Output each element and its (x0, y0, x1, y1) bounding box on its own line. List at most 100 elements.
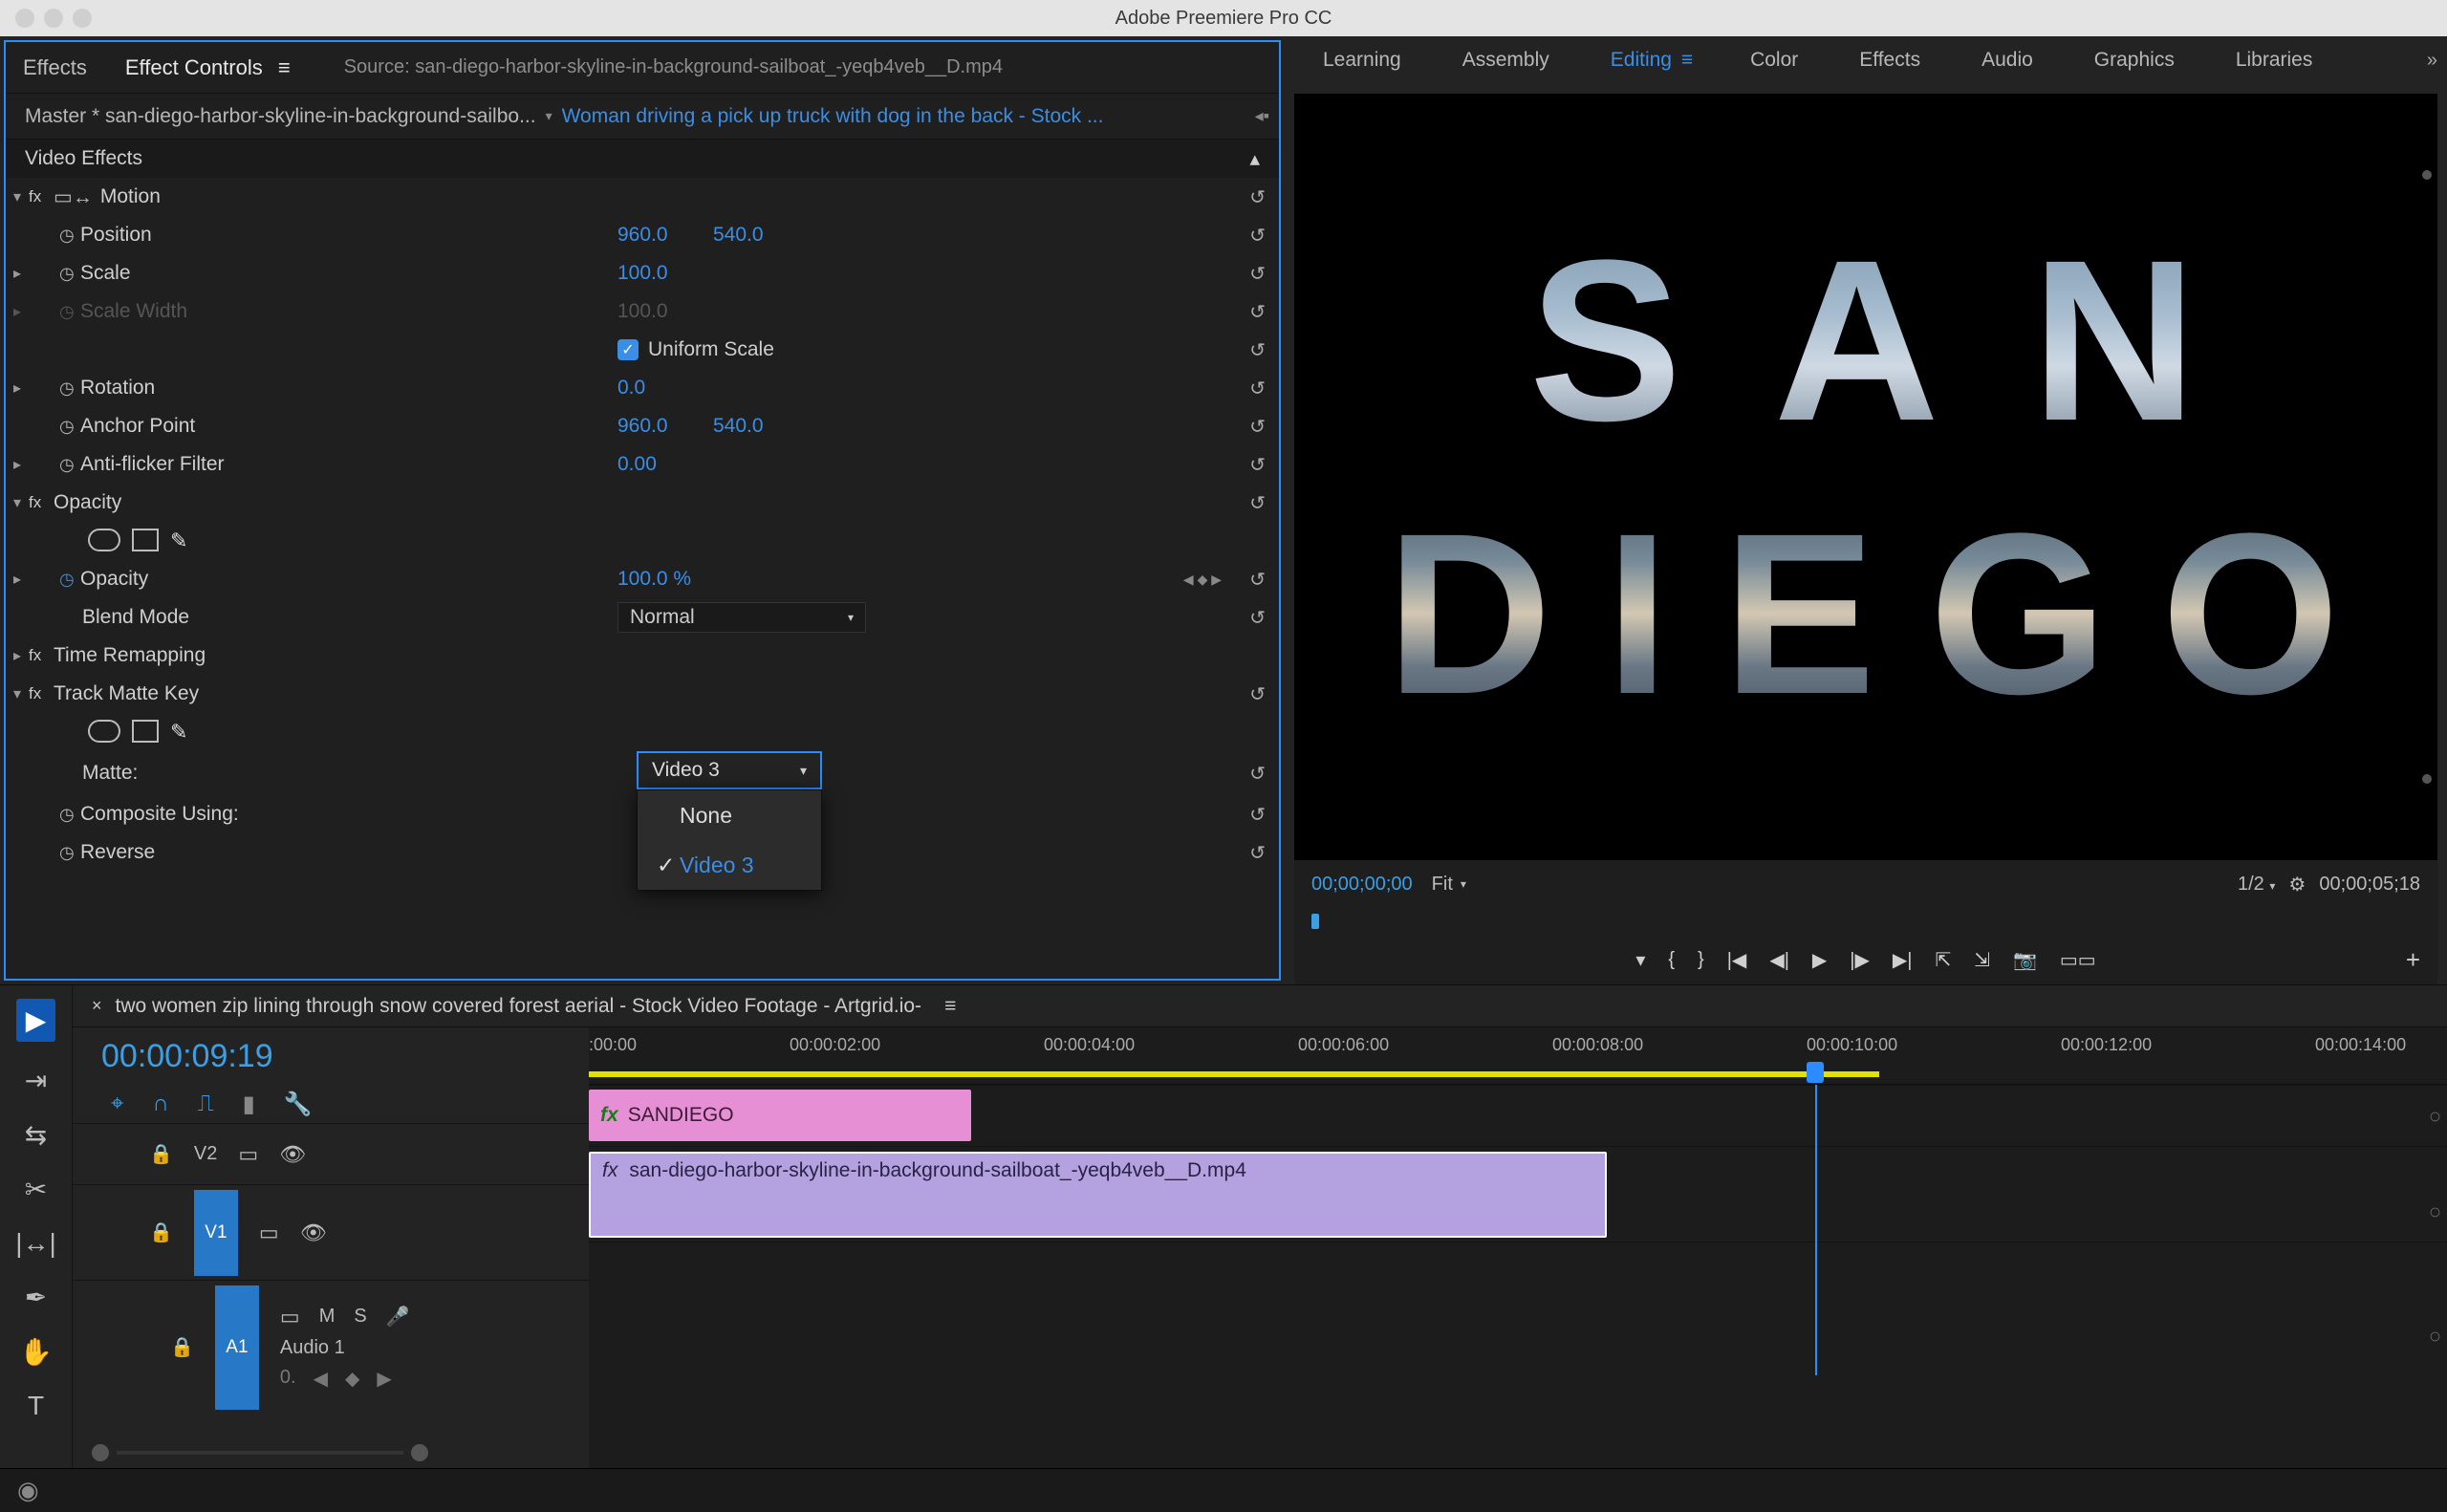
zoom-window-icon[interactable] (73, 9, 92, 28)
step-forward-icon[interactable]: |▶ (1850, 948, 1870, 972)
pen-tool-icon[interactable]: ✒ (25, 1282, 47, 1313)
mute-button[interactable]: M (319, 1306, 336, 1328)
play-icon[interactable]: ▶ (1812, 948, 1827, 972)
add-marker-icon[interactable]: ⎍ (198, 1091, 214, 1117)
stopwatch-icon[interactable]: ◷ (59, 805, 80, 825)
disclosure-icon[interactable]: ▸ (6, 570, 29, 589)
mark-in-icon[interactable]: { (1668, 949, 1675, 971)
rect-mask-icon[interactable] (132, 720, 159, 743)
blend-mode-dropdown[interactable]: Normal▾ (617, 602, 866, 633)
rect-mask-icon[interactable] (132, 529, 159, 551)
vscroll-knob[interactable]: ○ (2429, 1199, 2441, 1224)
vscroll-knob[interactable]: ○ (2429, 1104, 2441, 1129)
type-tool-icon[interactable]: T (28, 1391, 44, 1421)
program-resolution[interactable]: 1/2 ▾ (2238, 874, 2275, 896)
rotation-value[interactable]: 0.0 (617, 377, 645, 400)
sync-lock-icon[interactable]: ▭ (280, 1305, 300, 1329)
anchor-x-value[interactable]: 960.0 (617, 415, 668, 438)
workspace-assembly[interactable]: Assembly (1462, 49, 1549, 72)
mark-out-icon[interactable]: } (1698, 949, 1704, 971)
disclosure-icon[interactable]: ▸ (6, 264, 29, 283)
keyframe-mode-icon[interactable]: 0. (280, 1367, 296, 1391)
settings-icon[interactable]: 🔧 (284, 1091, 313, 1118)
fx-badge-icon[interactable]: fx (29, 646, 54, 665)
lock-icon[interactable]: 🔒 (170, 1335, 194, 1359)
time-ruler[interactable]: :00:00 00:00:02:00 00:00:04:00 00:00:06:… (589, 1027, 2447, 1085)
track-header-a1[interactable]: 🔒 A1 ▭ M S 🎤 Audio 1 (73, 1280, 589, 1414)
sync-lock-icon[interactable]: ▭ (259, 1220, 279, 1245)
workspace-editing[interactable]: Editing ≡ (1611, 49, 1689, 72)
zoom-handle-right[interactable] (411, 1444, 428, 1461)
stopwatch-icon[interactable]: ◷ (59, 378, 80, 399)
vscroll-knob[interactable]: ○ (2429, 1324, 2441, 1349)
timeline-tracks-area[interactable]: :00:00 00:00:02:00 00:00:04:00 00:00:06:… (589, 1027, 2447, 1468)
matte-option-none[interactable]: None (638, 790, 821, 840)
toggle-track-output-icon[interactable]: 👁 (300, 1220, 327, 1245)
uniform-scale-checkbox[interactable]: ✓ (617, 339, 639, 360)
program-timecode-left[interactable]: 00;00;00;00 (1311, 874, 1413, 896)
source-patch-v1[interactable]: V1 (194, 1190, 238, 1276)
stopwatch-icon[interactable]: ◷ (59, 264, 80, 284)
stopwatch-active-icon[interactable]: ◷ (59, 570, 80, 590)
reset-icon[interactable]: ↺ (1249, 377, 1266, 400)
disclosure-icon[interactable]: ▾ (6, 684, 29, 703)
track-header-v2[interactable]: 🔒 V2 ▭ 👁 (73, 1123, 589, 1184)
workspace-color[interactable]: Color (1750, 49, 1798, 72)
opacity-effect-label[interactable]: Opacity (54, 491, 121, 514)
disclosure-icon[interactable]: ▾ (6, 493, 29, 512)
position-x-value[interactable]: 960.0 (617, 224, 668, 247)
linked-selection-icon[interactable]: ∩ (153, 1091, 169, 1117)
export-frame-icon[interactable]: 📷 (2013, 948, 2037, 972)
position-y-value[interactable]: 540.0 (713, 224, 764, 247)
reset-icon[interactable]: ↺ (1249, 185, 1266, 209)
workspace-overflow-icon[interactable]: » (2427, 50, 2437, 72)
ellipse-mask-icon[interactable] (88, 529, 120, 551)
button-editor-icon[interactable]: + (2406, 945, 2420, 975)
track-header-v1[interactable]: 🔒 V1 ▭ 👁 (73, 1184, 589, 1280)
reset-icon[interactable]: ↺ (1249, 803, 1266, 827)
track-matte-key-label[interactable]: Track Matte Key (54, 682, 199, 705)
add-keyframe-icon[interactable]: ◆ (345, 1367, 359, 1391)
lock-icon[interactable]: 🔒 (149, 1142, 173, 1166)
extract-icon[interactable]: ⇲ (1974, 948, 1990, 972)
marker-icon[interactable]: ▮ (243, 1091, 255, 1118)
solo-button[interactable]: S (354, 1306, 366, 1328)
reset-icon[interactable]: ↺ (1249, 415, 1266, 439)
disclosure-icon[interactable]: ▸ (6, 646, 29, 665)
work-area-bar[interactable] (589, 1071, 1879, 1077)
workspace-effects[interactable]: Effects (1859, 49, 1920, 72)
matte-option-video3[interactable]: ✓Video 3 (638, 840, 821, 890)
comparison-view-icon[interactable]: ▭▭ (2060, 948, 2096, 972)
reset-icon[interactable]: ↺ (1249, 606, 1266, 630)
tab-source-monitor[interactable]: Source: san-diego-harbor-skyline-in-back… (344, 56, 1003, 78)
disclosure-icon[interactable]: ▸ (6, 455, 29, 474)
close-window-icon[interactable] (15, 9, 34, 28)
playhead-line[interactable] (1815, 1085, 1817, 1375)
track-select-tool-icon[interactable]: ⇥ (25, 1065, 47, 1096)
add-marker-icon[interactable]: ▾ (1635, 948, 1645, 972)
sync-lock-icon[interactable]: ▭ (238, 1142, 258, 1167)
anchor-y-value[interactable]: 540.0 (713, 415, 764, 438)
fx-badge-icon[interactable]: fx (29, 684, 54, 703)
tab-effects[interactable]: Effects (23, 55, 87, 80)
track-lane-v1[interactable]: fxsan-diego-harbor-skyline-in-background… (589, 1146, 2447, 1242)
source-patch-a1[interactable]: A1 (215, 1285, 259, 1410)
zoom-slider[interactable] (117, 1451, 403, 1455)
tab-effect-controls[interactable]: Effect Controls ≡ (125, 55, 287, 80)
reset-icon[interactable]: ↺ (1249, 682, 1266, 706)
hand-tool-icon[interactable]: ✋ (19, 1336, 53, 1368)
clip-v1-harbor[interactable]: fxsan-diego-harbor-skyline-in-background… (589, 1152, 1607, 1238)
settings-icon[interactable]: ⚙ (2288, 873, 2306, 896)
panel-menu-icon[interactable]: ≡ (944, 995, 952, 1018)
track-lane-v2[interactable]: fxSANDIEGO (589, 1085, 2447, 1146)
ellipse-mask-icon[interactable] (88, 720, 120, 743)
creative-cloud-icon[interactable]: ◉ (17, 1476, 39, 1505)
zoom-handle-left[interactable] (92, 1444, 109, 1461)
reset-icon[interactable]: ↺ (1249, 841, 1266, 865)
antiflicker-value[interactable]: 0.00 (617, 453, 657, 476)
slip-tool-icon[interactable]: |↔| (15, 1228, 56, 1259)
workspace-audio[interactable]: Audio (1981, 49, 2033, 72)
motion-effect-label[interactable]: Motion (100, 185, 161, 208)
pen-mask-icon[interactable]: ✎ (170, 720, 187, 745)
toggle-timeline-icon[interactable]: ◂▪ (1255, 106, 1269, 126)
